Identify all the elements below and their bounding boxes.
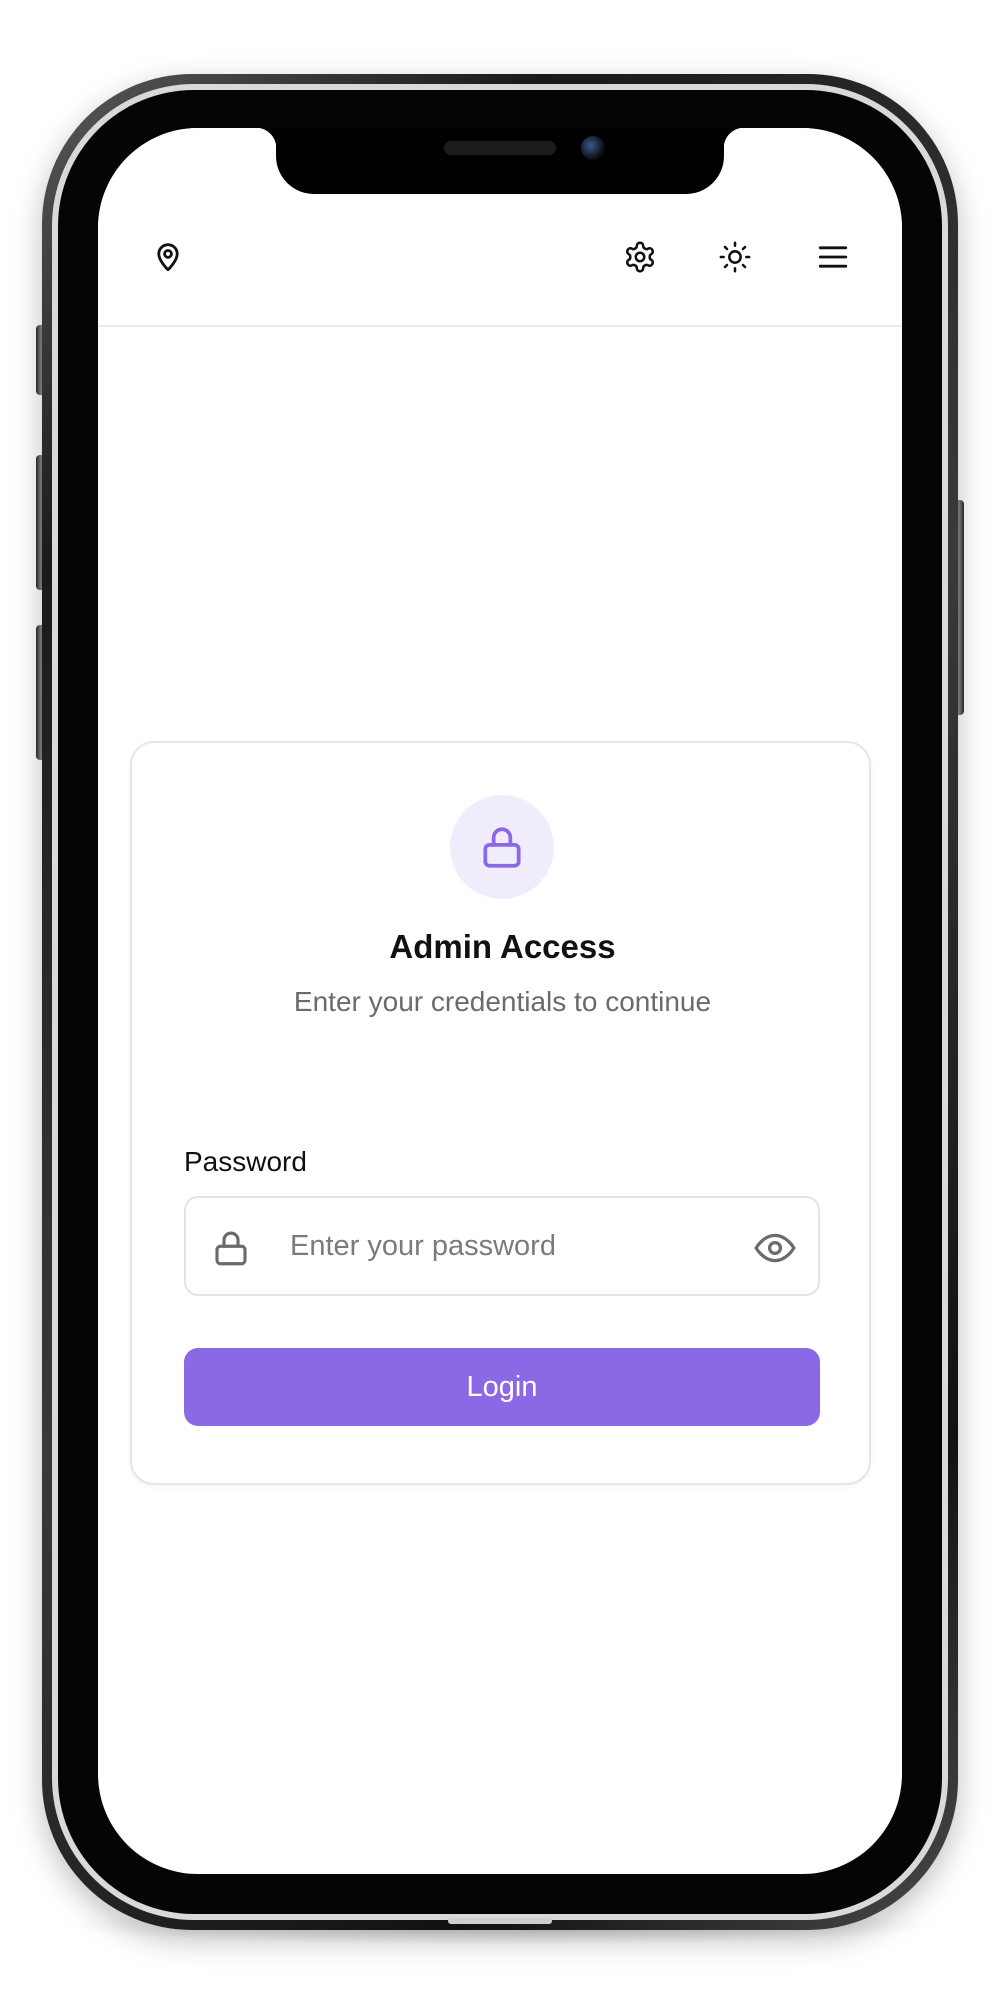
password-field[interactable]: [184, 1196, 820, 1296]
home-indicator: [448, 1918, 552, 1924]
speaker-grille: [444, 141, 556, 155]
gear-icon[interactable]: [618, 235, 662, 279]
login-button[interactable]: Login: [184, 1348, 820, 1426]
eye-icon[interactable]: [752, 1228, 798, 1268]
phone-screen: Admin Access Enter your credentials to c…: [98, 128, 902, 1874]
page: Admin Access Enter your credentials to c…: [0, 0, 1000, 2000]
password-lock-icon: [210, 1226, 252, 1270]
password-input[interactable]: [290, 1216, 730, 1276]
notch: [256, 128, 744, 194]
card-title: Admin Access: [389, 928, 616, 965]
sun-icon[interactable]: [713, 235, 757, 279]
front-camera: [581, 136, 605, 160]
login-card: Admin Access Enter your credentials to c…: [130, 741, 871, 1485]
hamburger-menu-icon[interactable]: [811, 235, 855, 279]
password-label: Password: [184, 1146, 307, 1177]
lock-icon: [450, 795, 554, 899]
map-pin-icon[interactable]: [146, 235, 190, 279]
card-subtitle: Enter your credentials to continue: [293, 986, 712, 1017]
